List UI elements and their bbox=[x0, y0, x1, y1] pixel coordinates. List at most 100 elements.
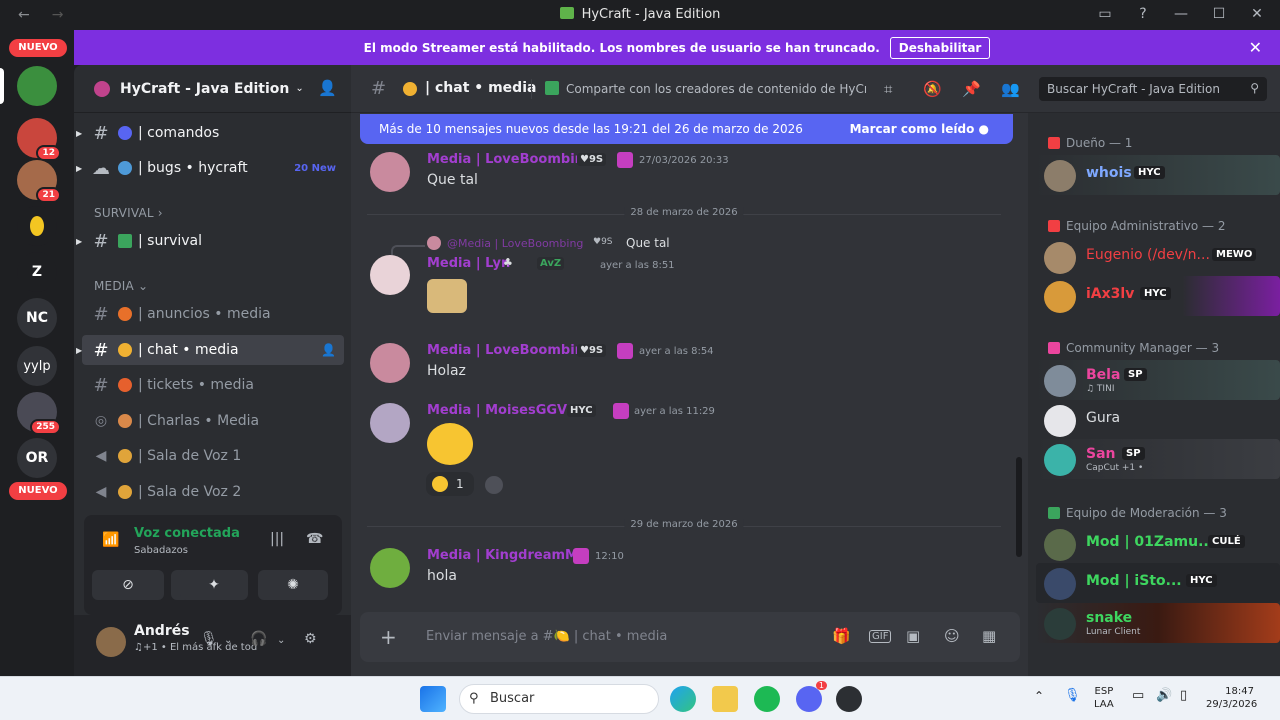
emoji-icon[interactable]: ☺ bbox=[944, 627, 960, 645]
network-icon[interactable]: ▭ bbox=[1132, 689, 1144, 702]
chevron-down-icon[interactable]: ⌄ bbox=[277, 635, 285, 646]
channel-sala-voz-2[interactable]: ◀ | Sala de Voz 2 bbox=[82, 477, 344, 507]
member-isto[interactable]: Mod | iSto... HYC bbox=[1036, 563, 1280, 603]
message-author[interactable]: Media | LoveBoombing bbox=[427, 152, 593, 167]
cat-sticker[interactable] bbox=[427, 279, 467, 313]
spotify-icon[interactable] bbox=[754, 686, 780, 712]
add-reaction-icon[interactable] bbox=[485, 476, 503, 494]
maximize-icon[interactable]: ☐ bbox=[1210, 5, 1228, 23]
server-header[interactable]: HyCraft - Java Edition ⌄ 👤 bbox=[74, 65, 351, 113]
avatar[interactable] bbox=[370, 152, 410, 192]
gif-icon[interactable]: GIF bbox=[869, 630, 892, 643]
server-4[interactable] bbox=[17, 206, 57, 246]
channel-anuncios-media[interactable]: # | anuncios • media bbox=[82, 299, 344, 329]
avatar[interactable] bbox=[370, 255, 410, 295]
channel-topic[interactable]: Comparte con los creadores de contenido … bbox=[566, 82, 866, 96]
volume-icon[interactable]: 🔊 bbox=[1156, 689, 1172, 702]
noise-suppression-icon[interactable]: ||| bbox=[270, 531, 284, 547]
server-8[interactable]: 255 bbox=[17, 392, 61, 435]
soundboard-button[interactable]: ✺ bbox=[258, 570, 328, 600]
apps-icon[interactable]: ▦ bbox=[982, 627, 996, 645]
member-01zamu[interactable]: Mod | 01Zamu... CULÉ bbox=[1036, 524, 1280, 564]
reply-author[interactable]: @Media | LoveBoombing bbox=[447, 237, 583, 250]
headphones-icon[interactable]: 🎧 bbox=[250, 631, 267, 647]
server-z[interactable]: Z bbox=[17, 252, 57, 292]
channel-survival[interactable]: ▶ # | survival bbox=[76, 226, 344, 256]
clock[interactable]: 18:47 29/3/2026 bbox=[1206, 685, 1257, 711]
microphone-icon[interactable]: 🎙 bbox=[200, 631, 218, 647]
battery-icon[interactable]: ▯ bbox=[1180, 689, 1187, 702]
avatar[interactable] bbox=[96, 627, 126, 657]
message-composer[interactable]: + Enviar mensaje a #🍋 | chat • media 🎁 G… bbox=[360, 612, 1020, 662]
server-or[interactable]: OR bbox=[17, 438, 57, 478]
threads-icon[interactable]: ⌗ bbox=[884, 80, 892, 98]
inbox-icon[interactable]: ▭ bbox=[1096, 5, 1114, 23]
member-san[interactable]: San SP CapCut +1 • bbox=[1036, 439, 1280, 479]
member-eugenio[interactable]: Eugenio (/dev/n... MEWO bbox=[1036, 237, 1280, 277]
camera-off-button[interactable]: ⊘ bbox=[92, 570, 164, 600]
member-gura[interactable]: Gura bbox=[1036, 400, 1280, 440]
edge-icon[interactable] bbox=[670, 686, 696, 712]
server-yylp[interactable]: yylp bbox=[17, 346, 57, 386]
new-messages-bar[interactable]: Más de 10 mensajes nuevos desde las 19:2… bbox=[360, 114, 1013, 144]
channel-sala-voz-1[interactable]: ◀ | Sala de Voz 1 bbox=[82, 441, 344, 471]
voice-channel-name[interactable]: Sabadazos bbox=[134, 545, 188, 556]
disable-streamer-button[interactable]: Deshabilitar bbox=[889, 36, 991, 59]
windows-start-icon[interactable] bbox=[420, 686, 446, 712]
avatar[interactable] bbox=[370, 548, 410, 588]
close-icon[interactable]: ✕ bbox=[1248, 5, 1266, 23]
avatar[interactable] bbox=[370, 403, 410, 443]
message-author[interactable]: Media | KingdreamMC bbox=[427, 548, 588, 563]
gift-icon[interactable]: 🎁 bbox=[832, 627, 851, 645]
user-name[interactable]: Andrés bbox=[134, 623, 190, 639]
invite-user-icon[interactable]: 👤 bbox=[318, 79, 337, 97]
category-survival[interactable]: SURVIVAL › bbox=[94, 206, 163, 220]
help-icon[interactable]: ? bbox=[1134, 5, 1152, 23]
message-author[interactable]: Media | LoveBoombing bbox=[427, 343, 593, 358]
close-banner-icon[interactable]: ✕ bbox=[1249, 38, 1262, 57]
member-whois[interactable]: whois HYC bbox=[1036, 155, 1280, 195]
member-iax3lv[interactable]: iAx3lv HYC bbox=[1036, 276, 1280, 316]
channel-comandos[interactable]: ▶ # | comandos bbox=[76, 118, 344, 148]
message-author[interactable]: Media | MoisesGGV2 bbox=[427, 403, 576, 418]
taskbar-search[interactable]: ⚲ Buscar bbox=[459, 684, 659, 714]
reaction-laugh[interactable]: 1 bbox=[426, 472, 474, 496]
channel-bugs[interactable]: ▶ ☁ | bugs • hycraft 20 New bbox=[76, 153, 344, 183]
add-member-icon[interactable]: 👤 bbox=[321, 343, 336, 357]
member-bela[interactable]: Bela SP ♫ TINI bbox=[1036, 360, 1280, 400]
channel-tickets-media[interactable]: # | tickets • media bbox=[82, 370, 344, 400]
disconnect-icon[interactable]: ☎ bbox=[306, 531, 323, 547]
server-nc[interactable]: NC bbox=[17, 298, 57, 338]
microphone-icon[interactable]: 🎙 bbox=[1064, 689, 1081, 702]
message-author[interactable]: Media | Lyn bbox=[427, 256, 510, 271]
pin-icon[interactable]: 📌 bbox=[962, 80, 981, 98]
sticker-icon[interactable]: ▣ bbox=[906, 627, 920, 645]
app-icon[interactable] bbox=[836, 686, 862, 712]
language-indicator[interactable]: ESP LAA bbox=[1094, 685, 1114, 711]
category-media[interactable]: MEDIA ⌄ bbox=[94, 279, 148, 293]
server-3[interactable]: 21 bbox=[17, 160, 61, 203]
chat-scrollbar[interactable] bbox=[1016, 457, 1022, 557]
server-hycraft[interactable] bbox=[17, 66, 57, 106]
mute-bell-icon[interactable]: 🔕 bbox=[923, 80, 942, 98]
mark-as-read-button[interactable]: Marcar como leído ● bbox=[850, 122, 989, 136]
gear-icon[interactable]: ⚙ bbox=[304, 631, 317, 647]
reply-text[interactable]: Que tal bbox=[626, 236, 670, 250]
new-pill-top[interactable]: NUEVO bbox=[9, 39, 67, 57]
voice-status[interactable]: Voz conectada bbox=[134, 526, 240, 541]
file-explorer-icon[interactable] bbox=[712, 686, 738, 712]
signal-icon[interactable]: 📶 bbox=[102, 532, 120, 548]
channel-chat-media[interactable]: ▶ # | chat • media 👤 bbox=[76, 335, 344, 365]
chevron-up-icon[interactable]: ⌃ bbox=[1034, 690, 1044, 703]
add-attachment-icon[interactable]: + bbox=[380, 625, 397, 649]
activities-button[interactable]: ✦ bbox=[180, 570, 248, 600]
new-pill-bottom[interactable]: NUEVO bbox=[9, 482, 67, 500]
member-snake[interactable]: snake Lunar Client bbox=[1036, 603, 1280, 643]
channel-charlas-media[interactable]: ◎ | Charlas • Media bbox=[82, 406, 344, 436]
avatar[interactable] bbox=[370, 343, 410, 383]
discord-icon[interactable]: 1 bbox=[796, 681, 827, 712]
member-list-icon[interactable]: 👥 bbox=[1001, 80, 1020, 98]
minimize-icon[interactable]: — bbox=[1172, 5, 1190, 23]
chevron-down-icon[interactable]: ⌄ bbox=[224, 635, 232, 646]
search-input[interactable]: Buscar HyCraft - Java Edition ⚲ bbox=[1039, 77, 1267, 101]
